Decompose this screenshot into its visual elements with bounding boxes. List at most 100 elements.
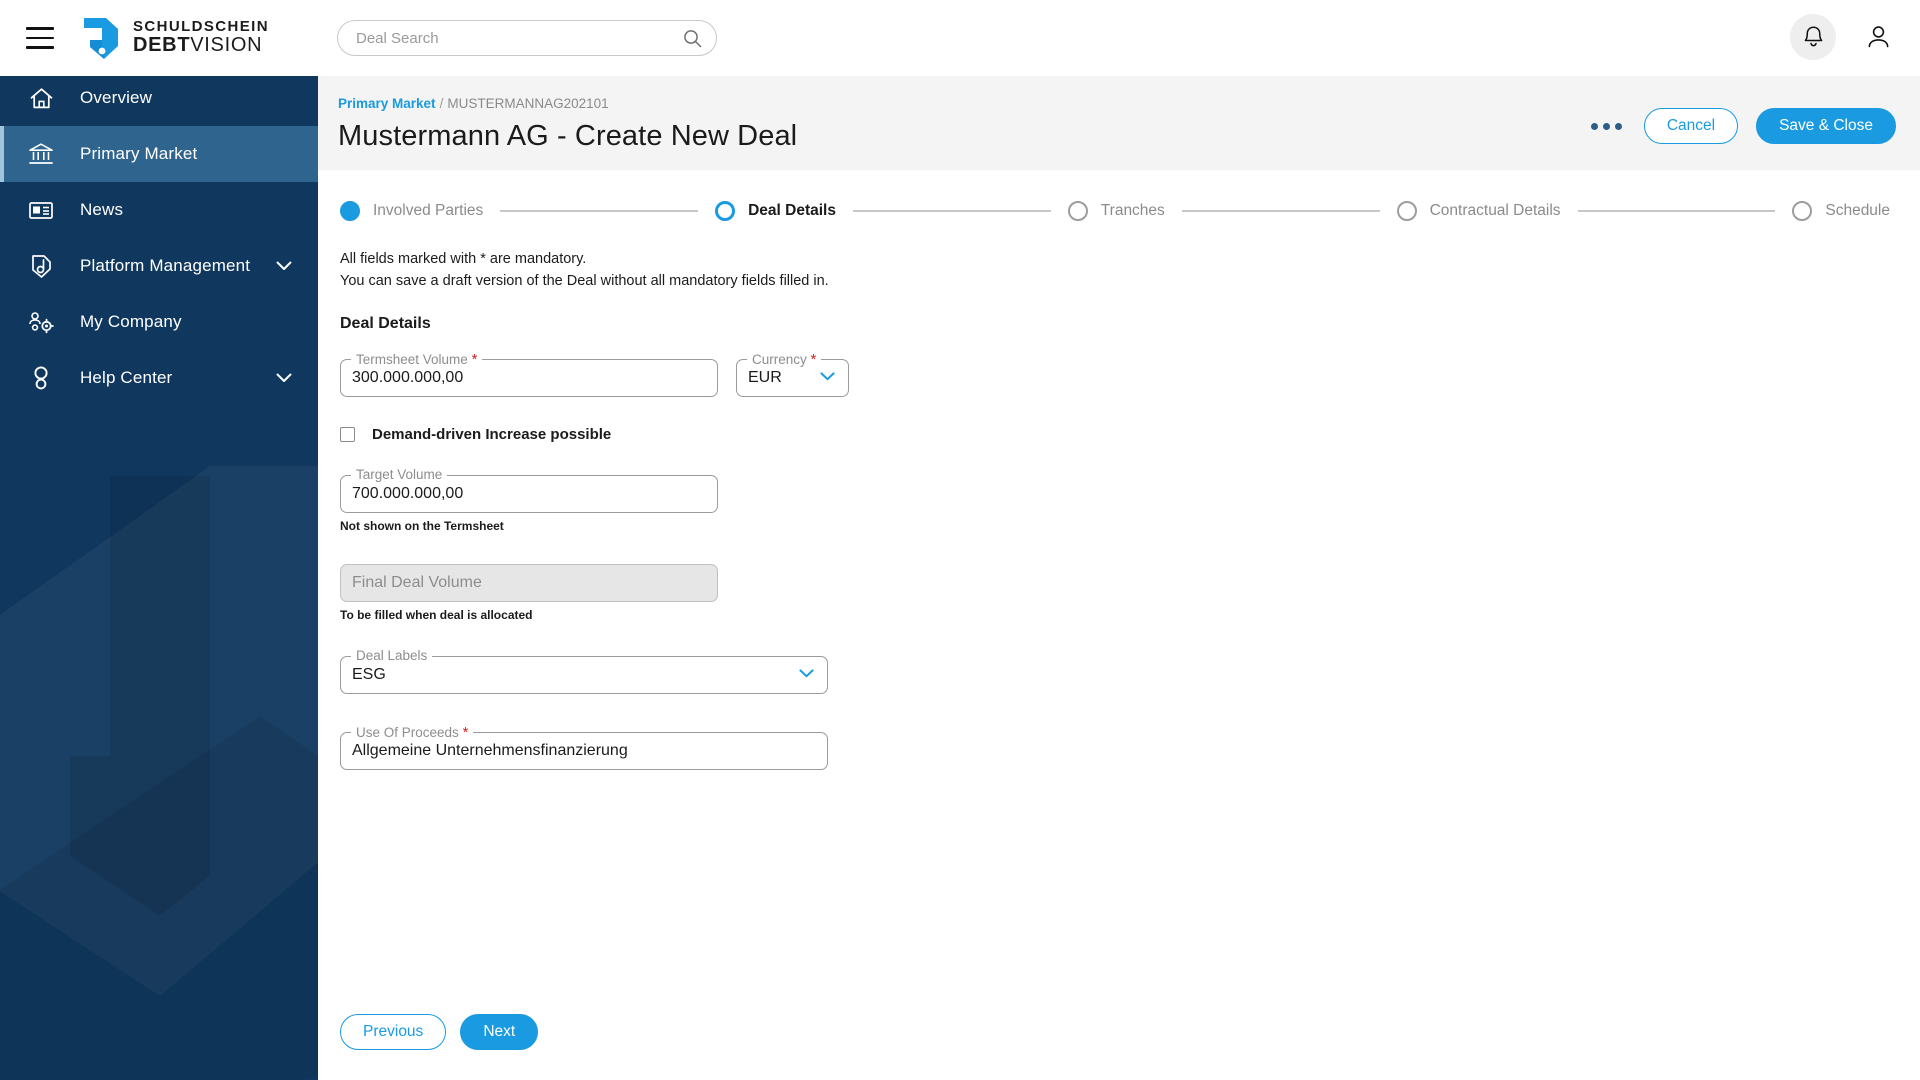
mandatory-note-line-1: All fields marked with * are mandatory. — [340, 251, 587, 267]
section-title-deal-details: Deal Details — [340, 314, 431, 332]
brand-vision: VISION — [190, 34, 263, 57]
header-actions: Cancel Save & Close — [1587, 108, 1896, 144]
top-right-actions — [1790, 14, 1898, 60]
user-avatar-icon — [1868, 26, 1888, 48]
more-options-icon[interactable] — [1587, 115, 1626, 138]
step-schedule[interactable]: Schedule — [1792, 201, 1890, 221]
hamburger-menu-icon[interactable] — [18, 16, 62, 60]
wizard-navigation-buttons: Previous Next — [340, 1014, 539, 1050]
debtvision-j-logo-icon — [84, 18, 118, 59]
demand-driven-increase-checkbox[interactable] — [340, 426, 355, 442]
search-input[interactable] — [356, 29, 683, 47]
save-and-close-button[interactable]: Save & Close — [1756, 108, 1896, 144]
sidebar-item-news[interactable]: News — [0, 182, 318, 238]
step-indicator-icon — [1067, 201, 1088, 221]
use-of-proceeds-value: Allgemeine Unternehmensfinanzierung — [352, 741, 628, 759]
main-content: Primary Market / MUSTERMANNAG202101 Muster… — [318, 76, 1920, 1080]
step-involved-parties[interactable]: Involved Parties — [340, 201, 483, 221]
deal-search-box[interactable] — [337, 20, 717, 56]
bell-icon — [1804, 25, 1822, 46]
next-button[interactable]: Next — [460, 1014, 539, 1050]
deal-labels-value: ESG — [352, 665, 386, 683]
sidebar-items: Overview Primary Market News Platform Ma… — [0, 56, 318, 406]
breadcrumb-separator: / — [439, 96, 444, 111]
breadcrumb-link-primary-market[interactable]: Primary Market — [338, 96, 436, 111]
dot — [1614, 122, 1622, 130]
deal-details-form: All fields marked with * are mandatory. … — [318, 221, 1920, 770]
wizard-stepper: Involved Parties Deal Details Tranches C… — [340, 201, 1890, 221]
sidebar-item-platform-management[interactable]: Platform Management — [0, 238, 318, 294]
newspaper-icon — [24, 195, 58, 225]
brand-logo[interactable]: SCHULDSCHEIN DEBTVISION — [82, 16, 269, 60]
step-indicator-icon — [715, 201, 736, 221]
sidebar-item-help-center[interactable]: Help Center — [0, 350, 318, 406]
sidebar-item-label: My Company — [80, 312, 182, 331]
step-label: Contractual Details — [1429, 202, 1561, 219]
step-deal-details[interactable]: Deal Details — [715, 201, 836, 221]
step-label: Involved Parties — [373, 202, 484, 219]
step-indicator-icon — [1396, 201, 1417, 221]
termsheet-volume-field[interactable]: Termsheet Volume * 300.000.000,00 — [340, 350, 718, 397]
dot — [1602, 122, 1610, 130]
people-gear-icon — [24, 307, 58, 337]
step-indicator-icon — [1792, 201, 1813, 221]
step-connector — [852, 210, 1051, 212]
search-icon[interactable] — [683, 29, 702, 48]
previous-button[interactable]: Previous — [340, 1014, 447, 1050]
chevron-down-icon[interactable] — [799, 668, 814, 678]
sidebar-item-label: Primary Market — [80, 144, 198, 163]
step-contractual-details[interactable]: Contractual Details — [1396, 201, 1561, 221]
step-connector — [1577, 210, 1776, 212]
final-deal-volume-helper-text: To be filled when deal is allocated — [340, 607, 533, 622]
sidebar-item-my-company[interactable]: My Company — [0, 294, 318, 350]
demand-driven-increase-label: Demand-driven Increase possible — [372, 425, 612, 443]
target-volume-field[interactable]: Target Volume 700.000.000,00 — [340, 466, 718, 513]
hamburger-bar — [26, 46, 54, 49]
sidebar-item-primary-market[interactable]: Primary Market — [0, 126, 318, 182]
brand-text: SCHULDSCHEIN DEBTVISION — [133, 19, 269, 56]
termsheet-volume-value: 300.000.000,00 — [352, 368, 464, 386]
required-marker: * — [810, 350, 817, 368]
sidebar-item-label: News — [80, 200, 124, 219]
hamburger-bar — [26, 27, 54, 30]
user-account-button[interactable] — [1858, 14, 1898, 60]
step-indicator-icon — [340, 201, 360, 221]
target-volume-helper-text: Not shown on the Termsheet — [340, 518, 504, 533]
demand-driven-increase-row[interactable]: Demand-driven Increase possible — [340, 426, 1920, 443]
step-connector — [1181, 210, 1380, 212]
cancel-button[interactable]: Cancel — [1643, 108, 1739, 144]
top-bar: SCHULDSCHEIN DEBTVISION — [0, 0, 1920, 76]
hamburger-bar — [26, 36, 54, 40]
step-label: Schedule — [1825, 202, 1890, 219]
deal-labels-select[interactable]: Deal Labels ESG — [340, 647, 828, 694]
mandatory-note-line-2: You can save a draft version of the Deal… — [340, 272, 829, 289]
shield-j-icon — [24, 251, 58, 281]
chevron-down-icon[interactable] — [276, 261, 292, 271]
step-tranches[interactable]: Tranches — [1067, 201, 1165, 221]
bank-icon — [24, 139, 58, 169]
target-volume-value: 700.000.000,00 — [352, 484, 464, 502]
step-label: Deal Details — [748, 202, 836, 219]
brand-line-debtvision: DEBTVISION — [133, 35, 269, 56]
currency-select[interactable]: Currency * EUR — [736, 350, 849, 397]
sidebar-navigation: Overview Primary Market News Platform Ma… — [0, 56, 318, 1080]
use-of-proceeds-field[interactable]: Use Of Proceeds * Allgemeine Unternehmen… — [340, 723, 828, 770]
brand-debt: DEBT — [133, 34, 191, 57]
step-label: Tranches — [1100, 202, 1165, 219]
breadcrumb-current: MUSTERMANNAG202101 — [447, 96, 609, 111]
sidebar-item-label: Overview — [80, 88, 153, 107]
sidebar-item-label: Platform Management — [80, 256, 251, 275]
chevron-down-icon[interactable] — [276, 373, 292, 383]
sidebar-item-label: Help Center — [80, 368, 173, 387]
sidebar-item-overview[interactable]: Overview — [0, 70, 318, 126]
page-header: Primary Market / MUSTERMANNAG202101 Muster… — [318, 76, 1920, 170]
required-marker: * — [471, 350, 478, 368]
chevron-down-icon[interactable] — [820, 371, 835, 381]
step-connector — [500, 210, 699, 212]
notifications-button[interactable] — [1790, 14, 1836, 60]
final-deal-volume-field: Final Deal Volume — [340, 563, 718, 602]
home-icon — [24, 83, 58, 113]
brand-line-schuldschein: SCHULDSCHEIN — [133, 18, 269, 36]
sidebar-watermark-logo-icon — [0, 466, 318, 1080]
final-deal-volume-placeholder: Final Deal Volume — [352, 573, 482, 591]
